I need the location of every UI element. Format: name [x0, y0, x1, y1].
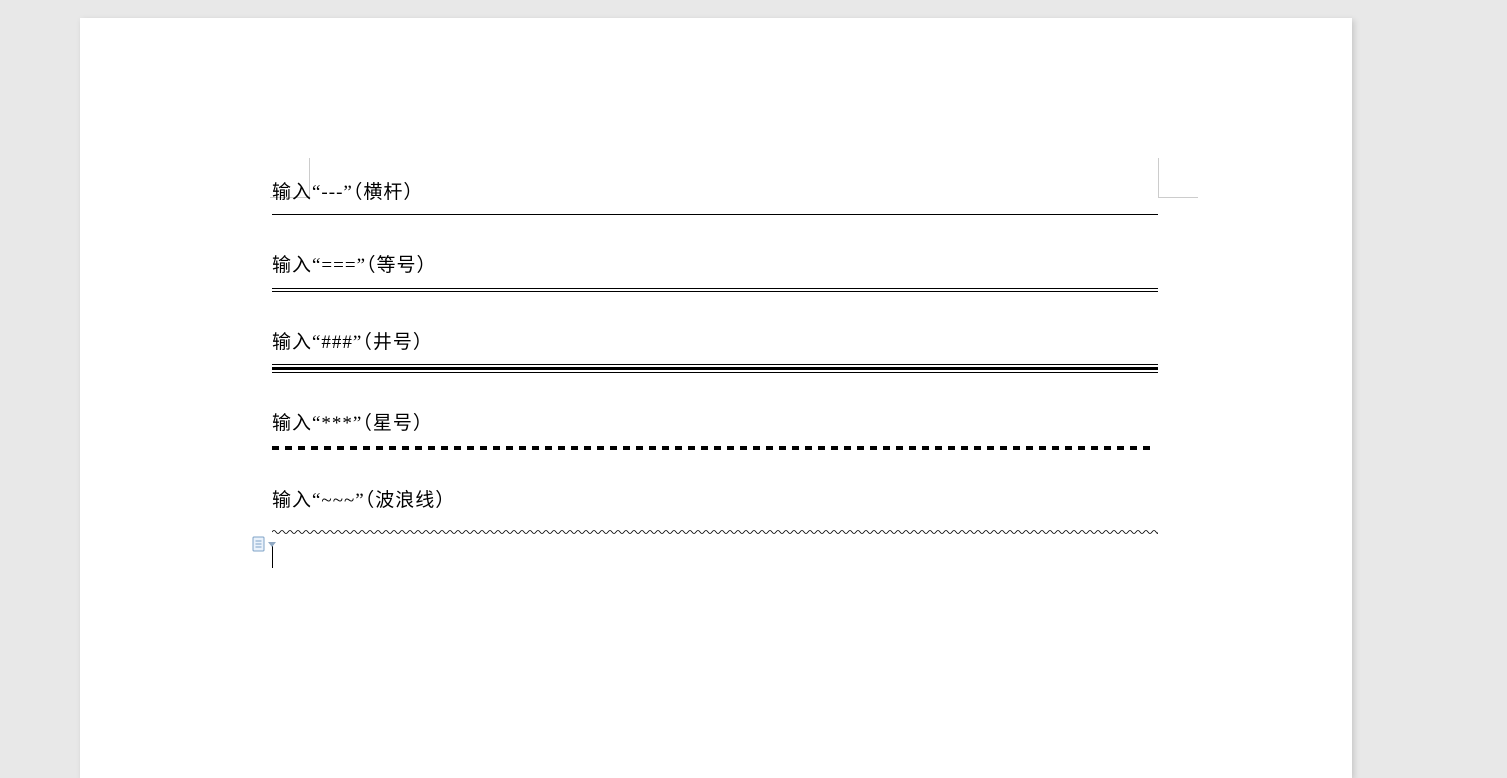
paragraph-item: 输入“###”（井号） — [272, 328, 1158, 373]
horizontal-rule-dotted — [272, 446, 1156, 450]
paragraph-text: 输入“###”（井号） — [272, 328, 1158, 358]
paragraph-text: 输入“~~~”（波浪线） — [272, 486, 1158, 516]
paragraph-item: 输入“***”（星号） — [272, 409, 1158, 449]
paragraph-item: 输入“===”（等号） — [272, 251, 1158, 291]
horizontal-rule-thin — [272, 214, 1158, 215]
paragraph-text: 输入“===”（等号） — [272, 251, 1158, 281]
chevron-down-icon — [268, 542, 276, 547]
document-content-area[interactable]: 输入“---”（横杆） 输入“===”（等号） 输入“###”（井号） 输入“*… — [272, 178, 1158, 573]
horizontal-rule-triple — [272, 364, 1158, 373]
horizontal-rule-wavy — [272, 529, 1158, 535]
horizontal-rule-double — [272, 288, 1158, 292]
autocorrect-options-button[interactable] — [252, 536, 276, 552]
document-page: 输入“---”（横杆） 输入“===”（等号） 输入“###”（井号） 输入“*… — [80, 18, 1352, 778]
document-icon — [252, 536, 266, 552]
margin-corner-top-right — [1158, 158, 1198, 198]
paragraph-item: 输入“~~~”（波浪线） — [272, 486, 1158, 540]
paragraph-text: 输入“***”（星号） — [272, 409, 1158, 439]
paragraph-item: 输入“---”（横杆） — [272, 178, 1158, 215]
paragraph-text: 输入“---”（横杆） — [272, 178, 1158, 208]
